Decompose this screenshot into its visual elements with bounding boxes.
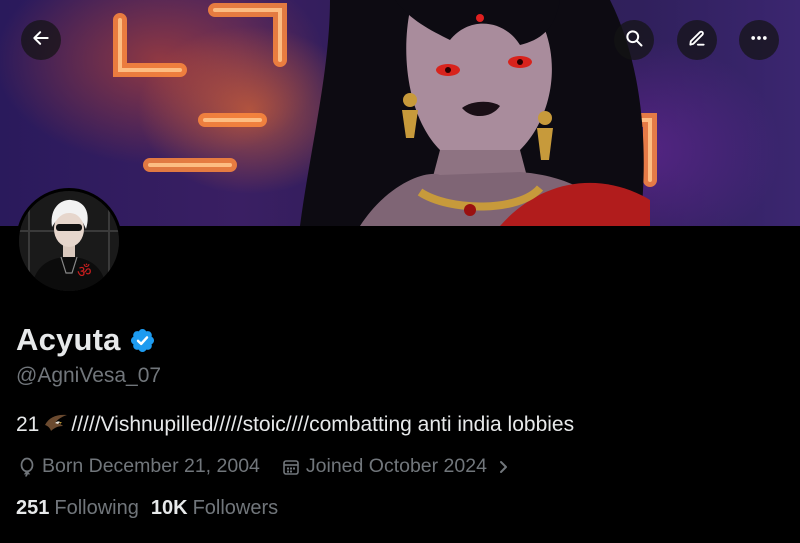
verified-badge-icon[interactable] (129, 327, 156, 354)
edit-button[interactable] (677, 20, 717, 60)
eagle-emoji-icon (43, 411, 69, 439)
following-link[interactable]: 251 Following (16, 497, 139, 520)
birth-date-text: Born December 21, 2004 (42, 455, 260, 477)
avatar-image: ॐ (19, 191, 119, 291)
profile-banner[interactable] (0, 0, 800, 226)
profile-meta: Born December 21, 2004 Joined October 20… (18, 455, 509, 478)
search-icon (624, 28, 644, 53)
followers-label: Followers (192, 497, 279, 519)
birth-date: Born December 21, 2004 (18, 455, 260, 478)
svg-text:ॐ: ॐ (77, 262, 92, 281)
balloon-icon (18, 457, 36, 477)
display-name: Acyuta (16, 322, 121, 357)
username-handle: @AgniVesa_07 (16, 364, 162, 387)
joined-date[interactable]: Joined October 2024 (282, 455, 509, 478)
more-options-button[interactable] (739, 20, 779, 60)
avatar[interactable]: ॐ (16, 188, 122, 294)
bio-prefix: 21 (16, 413, 40, 436)
bio: 21 /////Vishnupilled/////stoic////combat… (16, 411, 574, 439)
following-label: Following (54, 497, 139, 519)
back-button[interactable] (21, 20, 61, 60)
follow-stats: 251 Following 10K Followers (16, 497, 278, 520)
search-button[interactable] (614, 20, 654, 60)
joined-date-text: Joined October 2024 (305, 455, 487, 477)
following-count: 251 (16, 497, 50, 519)
followers-link[interactable]: 10K Followers (151, 497, 278, 520)
arrow-left-icon (31, 28, 51, 53)
name-row: Acyuta (16, 322, 156, 358)
chevron-right-icon (497, 459, 509, 475)
pencil-icon (687, 28, 707, 53)
calendar-icon (282, 458, 300, 476)
followers-count: 10K (150, 497, 188, 519)
more-horizontal-icon (749, 28, 769, 53)
profile-page: ॐ Acyuta @AgniVesa_07 21 /////Vishnupill… (0, 0, 800, 543)
bio-text: /////Vishnupilled/////stoic////combattin… (71, 413, 575, 436)
